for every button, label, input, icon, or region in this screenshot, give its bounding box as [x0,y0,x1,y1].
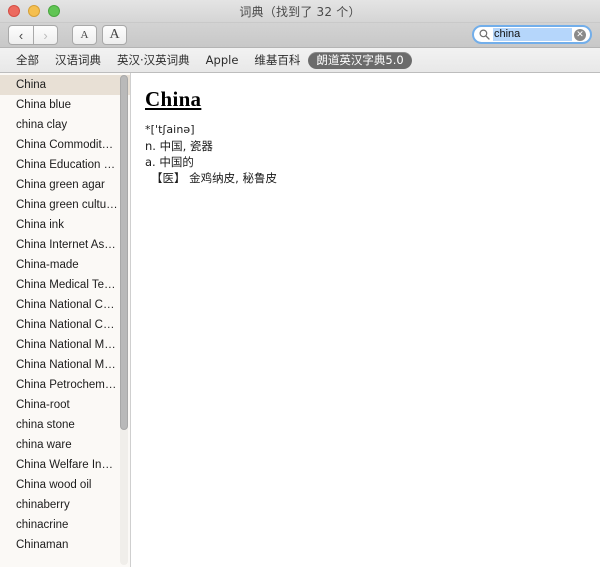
list-item[interactable]: china clay [0,115,130,135]
decrease-text-size-button[interactable]: A [72,25,97,45]
toolbar: ‹ › A A china ✕ [0,23,600,48]
list-item[interactable]: China Education a… [0,155,130,175]
search-input[interactable]: china [493,28,572,41]
list-item[interactable]: Chinaman [0,535,130,555]
list-item[interactable]: China blue [0,95,130,115]
tab-apple[interactable]: Apple [198,52,247,69]
list-item[interactable]: China Internet Ass… [0,235,130,255]
tab-english-chinese-dictionary[interactable]: 英汉·汉英词典 [109,52,198,69]
titlebar: 词典（找到了 32 个） [0,0,600,23]
text-size-group: A A [72,25,127,45]
sidebar-scrollbar-thumb[interactable] [120,75,128,430]
tab-wikipedia[interactable]: 维基百科 [246,52,308,69]
list-item[interactable]: China-root [0,395,130,415]
chevron-right-icon: › [43,27,48,43]
tab-chinese-dictionary[interactable]: 汉语词典 [47,52,109,69]
window-title: 词典（找到了 32 个） [239,5,361,19]
entry-body: *['tʃainə] n. 中国, 瓷器 a. 中国的 【医】 金鸡纳皮, 秘鲁… [145,122,582,186]
results-sidebar: China China blue china clay China Commod… [0,73,131,567]
sidebar-scrollbar[interactable] [120,75,128,565]
list-item[interactable]: chinacrine [0,515,130,535]
clear-search-icon[interactable]: ✕ [574,28,586,41]
list-item[interactable]: China wood oil [0,475,130,495]
list-item[interactable]: China ink [0,215,130,235]
navigation-group: ‹ › [8,25,58,45]
search-field[interactable]: china ✕ [472,25,592,44]
chevron-left-icon: ‹ [18,27,24,43]
back-button[interactable]: ‹ [8,25,33,45]
entry-sense-medical: 【医】 金鸡纳皮, 秘鲁皮 [151,171,277,185]
search-icon [479,29,490,40]
entry-headword: China [145,87,202,111]
entry-sense-noun: n. 中国, 瓷器 [145,139,213,153]
entry-pronunciation: *['tʃainə] [145,123,195,136]
entry-sense-adjective: a. 中国的 [145,155,194,169]
definition-pane: China *['tʃainə] n. 中国, 瓷器 a. 中国的 【医】 金鸡… [131,73,600,567]
window-body: China China blue china clay China Commod… [0,73,600,567]
list-item[interactable]: China-made [0,255,130,275]
list-item[interactable]: China Welfare Insti… [0,455,130,475]
list-item[interactable]: China National Ma… [0,355,130,375]
list-item[interactable]: China Petrochemic… [0,375,130,395]
forward-button[interactable]: › [33,25,58,45]
tab-all[interactable]: 全部 [8,52,47,69]
list-item[interactable]: China green cultur… [0,195,130,215]
dictionary-source-tabs: 全部 汉语词典 英汉·汉英词典 Apple 维基百科 朗道英汉字典5.0 [0,48,600,73]
list-item[interactable]: China [0,75,130,95]
list-item[interactable]: china ware [0,435,130,455]
list-item[interactable]: China green agar [0,175,130,195]
list-item[interactable]: chinaberry [0,495,130,515]
results-list: China China blue china clay China Commod… [0,73,130,555]
dictionary-window: 词典（找到了 32 个） ‹ › A A china ✕ 全部 汉语词典 英汉·… [0,0,600,567]
list-item[interactable]: China National Co… [0,315,130,335]
tab-langdao-dictionary[interactable]: 朗道英汉字典5.0 [308,51,412,69]
list-item[interactable]: China National Ch… [0,295,130,315]
list-item[interactable]: China Commodity I… [0,135,130,155]
toolbar-left-group: ‹ › A A [8,25,127,45]
list-item[interactable]: china stone [0,415,130,435]
list-item[interactable]: China National Ma… [0,335,130,355]
list-item[interactable]: China Medical Team [0,275,130,295]
increase-text-size-button[interactable]: A [102,25,127,45]
